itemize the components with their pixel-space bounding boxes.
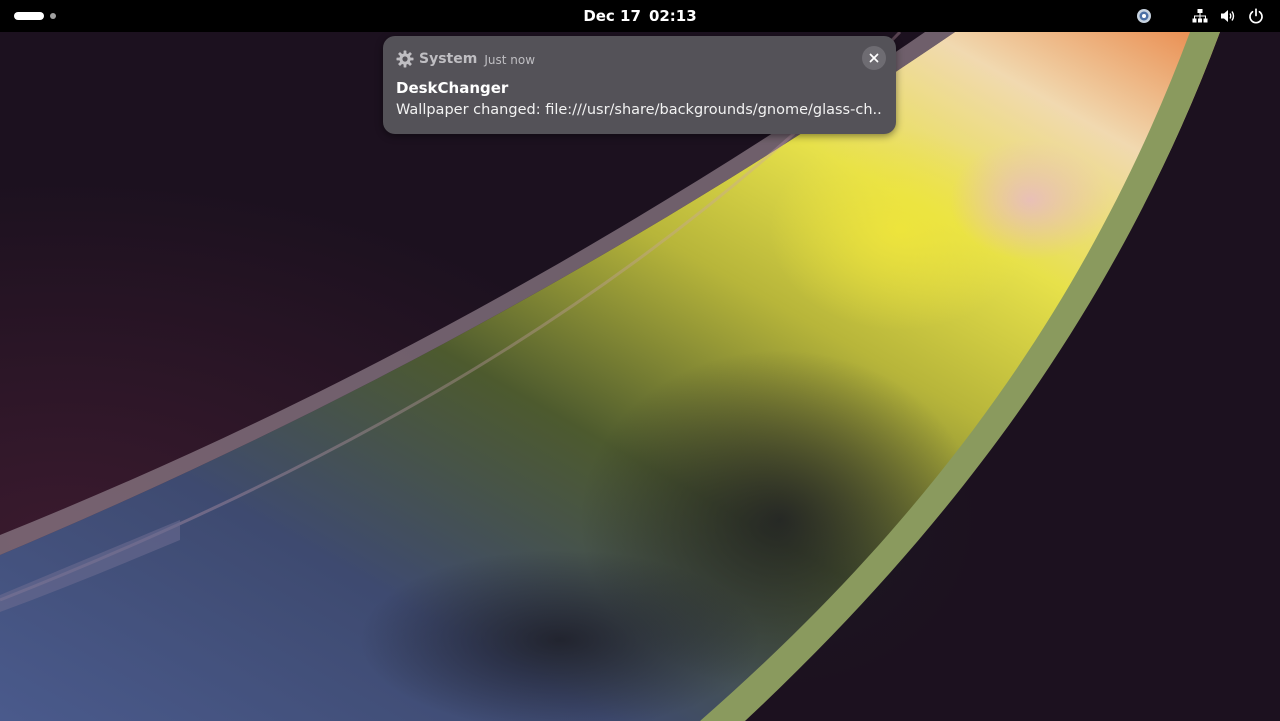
workspace-indicator-active bbox=[14, 12, 44, 20]
system-menu-button[interactable] bbox=[1190, 6, 1266, 26]
workspace-indicator-inactive bbox=[50, 13, 56, 19]
notification-time: Just now bbox=[484, 53, 536, 67]
notification-app-name: System bbox=[419, 51, 478, 67]
network-wired-icon bbox=[1190, 6, 1210, 26]
power-icon bbox=[1246, 6, 1266, 26]
desktop: Dec 17 02:13 System Just now DeskChanger… bbox=[0, 0, 1280, 721]
system-tray bbox=[1134, 6, 1266, 26]
notification-body: Wallpaper changed: file:///usr/share/bac… bbox=[396, 102, 881, 118]
close-icon bbox=[869, 53, 879, 63]
activities-button[interactable] bbox=[10, 6, 62, 26]
clock-time: 02:13 bbox=[648, 7, 697, 25]
gear-icon bbox=[396, 50, 414, 68]
notification-close-button[interactable] bbox=[862, 46, 886, 70]
clock-date: Dec 17 bbox=[583, 7, 641, 25]
extension-icon[interactable] bbox=[1134, 6, 1154, 26]
date-time-menu[interactable]: Dec 17 02:13 bbox=[580, 5, 700, 27]
top-bar: Dec 17 02:13 bbox=[0, 0, 1280, 32]
notification-title: DeskChanger bbox=[396, 79, 509, 97]
notification-banner[interactable]: System Just now DeskChanger Wallpaper ch… bbox=[383, 36, 896, 134]
notification-header: System Just now bbox=[396, 49, 535, 69]
volume-icon bbox=[1218, 6, 1238, 26]
